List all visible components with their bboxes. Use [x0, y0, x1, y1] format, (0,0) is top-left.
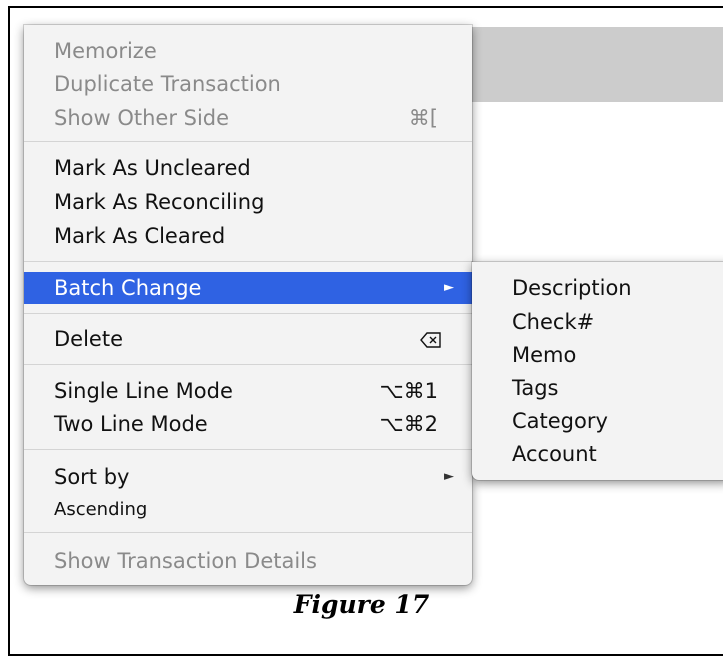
menu-separator [24, 313, 472, 314]
delete-key-icon [420, 323, 442, 355]
submenu-item-description[interactable]: Description [512, 272, 632, 304]
menu-item-show-transaction-details[interactable]: Show Transaction Details [24, 545, 472, 577]
shortcut-label: ⌥⌘1 [379, 379, 438, 403]
menu-item-show-other-side[interactable]: Show Other Side ⌘[ [24, 102, 472, 134]
menu-item-ascending[interactable]: Ascending [24, 494, 472, 526]
submenu-item-check-number[interactable]: Check# [512, 306, 594, 338]
menu-item-memorize[interactable]: Memorize [24, 35, 472, 67]
menu-item-label: Mark As Cleared [54, 224, 226, 248]
batch-change-submenu: Description Check# Memo Tags Category Ac… [472, 262, 723, 480]
menu-item-label: Two Line Mode [54, 412, 208, 436]
menu-separator [24, 532, 472, 533]
menu-separator [24, 261, 472, 262]
submenu-item-category[interactable]: Category [512, 405, 608, 437]
menu-item-label: Sort by [54, 465, 130, 489]
shortcut-label: ⌥⌘2 [379, 412, 438, 436]
menu-item-two-line-mode[interactable]: Two Line Mode ⌥⌘2 [24, 408, 472, 440]
submenu-item-account[interactable]: Account [512, 438, 597, 470]
menu-item-mark-as-cleared[interactable]: Mark As Cleared [24, 220, 472, 252]
menu-item-label: Ascending [54, 499, 148, 520]
menu-item-batch-change[interactable]: Batch Change ► [24, 272, 472, 304]
submenu-item-memo[interactable]: Memo [512, 339, 576, 371]
window-header-band [470, 27, 723, 102]
menu-item-label: Batch Change [54, 276, 202, 300]
submenu-item-tags[interactable]: Tags [512, 372, 559, 404]
menu-item-duplicate-transaction[interactable]: Duplicate Transaction [24, 68, 472, 100]
menu-item-single-line-mode[interactable]: Single Line Mode ⌥⌘1 [24, 375, 472, 407]
submenu-arrow-icon: ► [444, 280, 454, 295]
menu-item-label: Single Line Mode [54, 379, 233, 403]
figure-caption: Figure 17 [293, 590, 430, 619]
menu-item-mark-as-reconciling[interactable]: Mark As Reconciling [24, 186, 472, 218]
menu-item-label: Memorize [54, 39, 157, 63]
menu-item-label: Duplicate Transaction [54, 72, 281, 96]
context-menu: Memorize Duplicate Transaction Show Othe… [24, 25, 472, 585]
menu-item-label: Show Other Side [54, 106, 230, 130]
menu-separator [24, 449, 472, 450]
menu-item-label: Delete [54, 327, 123, 351]
menu-item-mark-as-uncleared[interactable]: Mark As Uncleared [24, 152, 472, 184]
menu-separator [24, 364, 472, 365]
menu-item-label: Mark As Reconciling [54, 190, 265, 214]
menu-separator [24, 141, 472, 142]
menu-item-label: Show Transaction Details [54, 549, 317, 573]
shortcut-label: ⌘[ [408, 106, 438, 130]
menu-item-sort-by[interactable]: Sort by ► [24, 461, 472, 493]
menu-item-delete[interactable]: Delete [24, 323, 472, 355]
menu-item-label: Mark As Uncleared [54, 156, 251, 180]
submenu-arrow-icon: ► [444, 469, 454, 484]
